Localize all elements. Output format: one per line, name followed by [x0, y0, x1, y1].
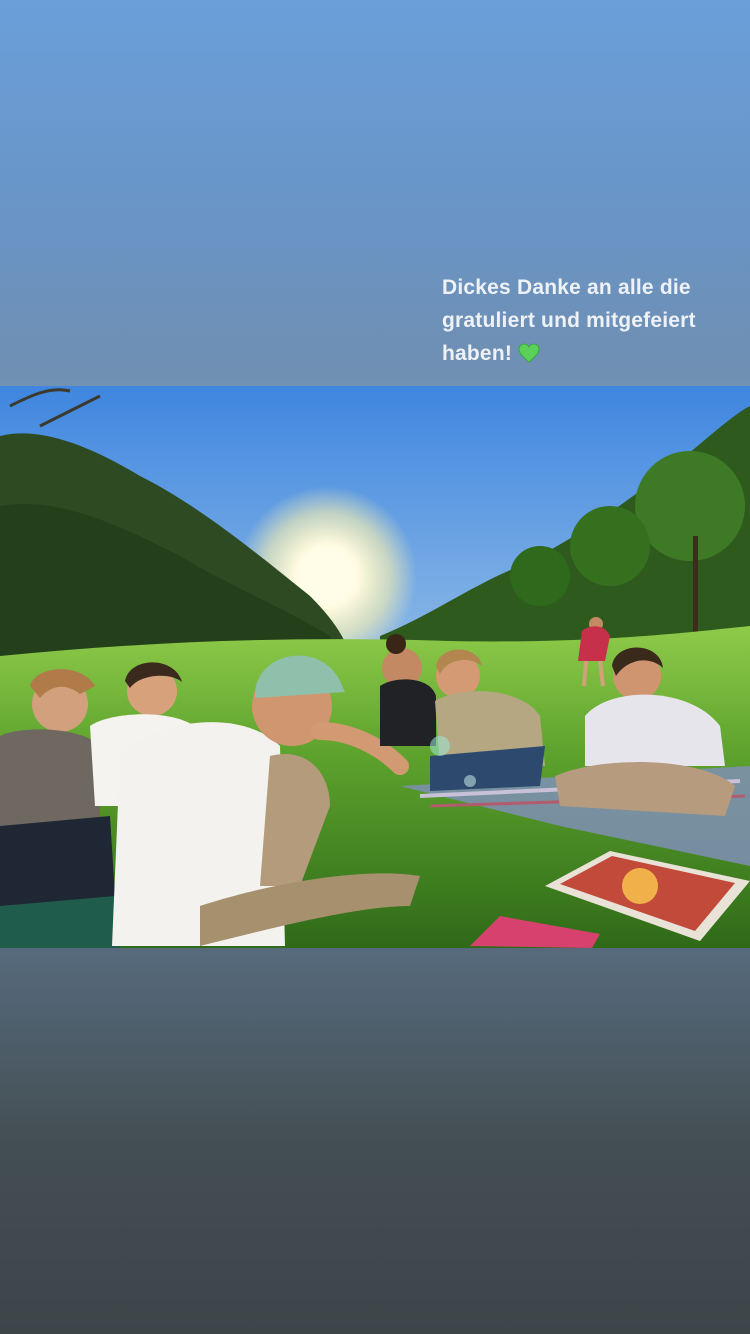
green-heart-icon: [518, 340, 540, 373]
story-caption: Dickes Danke an alle die gratuliert und …: [442, 271, 742, 373]
caption-text: Dickes Danke an alle die gratuliert und …: [442, 276, 696, 365]
story-canvas: Dickes Danke an alle die gratuliert und …: [0, 0, 750, 1334]
picnic-photo-illustration: [0, 386, 750, 948]
story-photo: [0, 386, 750, 948]
